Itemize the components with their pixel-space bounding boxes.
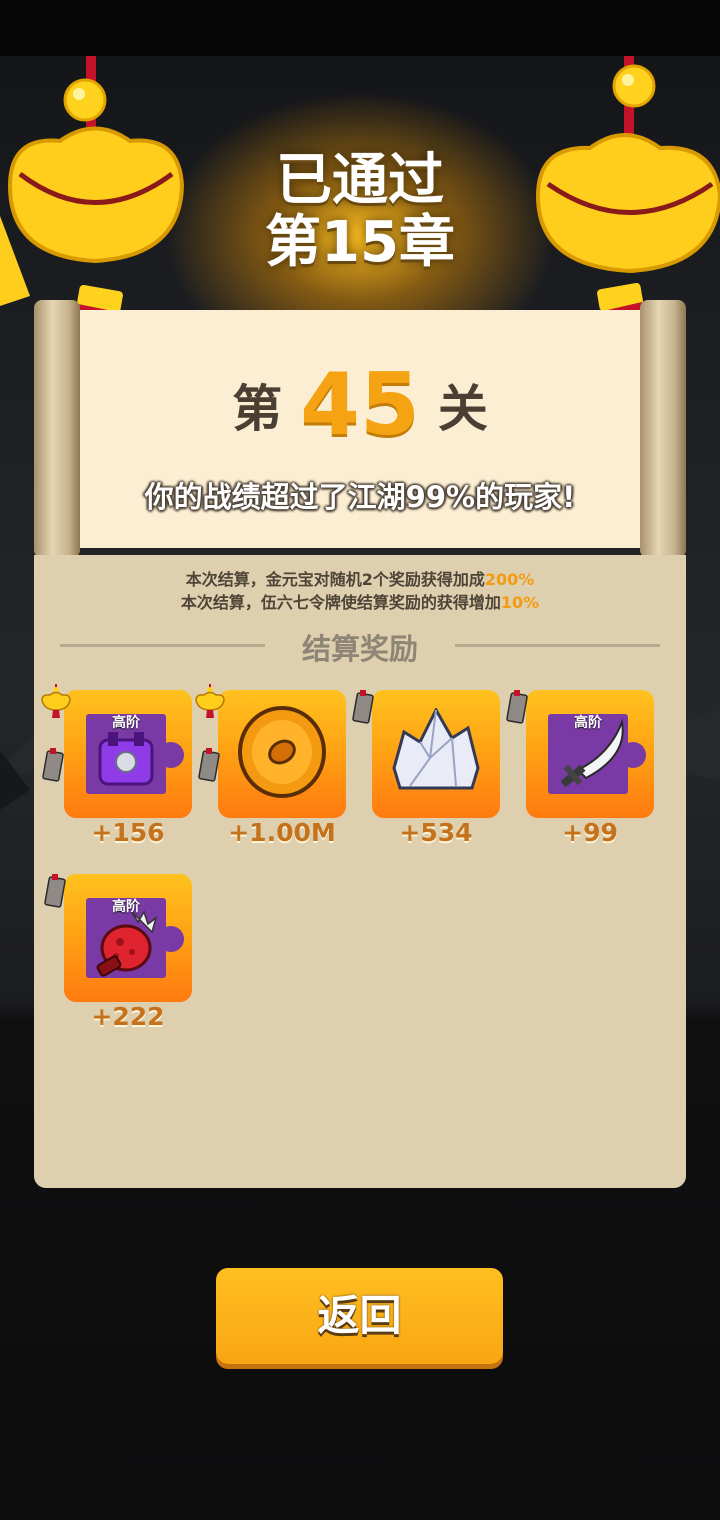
wu-liu-qi-token-badge-icon xyxy=(352,690,374,724)
reward-item-2[interactable] xyxy=(218,690,346,818)
puzzle-knob xyxy=(158,742,184,768)
wu-liu-qi-token-badge-icon xyxy=(44,874,66,908)
beat-percentage-text: 你的战绩超过了江湖99%的玩家! xyxy=(144,480,576,514)
level-suffix: 关 xyxy=(437,380,488,438)
red-glove-icon xyxy=(96,910,158,977)
token-bonus-value: 10% xyxy=(500,593,540,612)
chapter-cleared-title: 已通过 第15章 xyxy=(0,150,720,274)
reward-count-5: +222 xyxy=(91,1002,165,1031)
reward-count-1: +156 xyxy=(91,818,165,847)
wu-liu-qi-token-badge-icon xyxy=(506,690,528,724)
purple-lock-icon xyxy=(98,732,154,786)
wu-liu-qi-token-badge-icon xyxy=(198,748,220,782)
back-button[interactable]: 返回 xyxy=(216,1268,503,1364)
ingot-bonus-value: 200% xyxy=(484,570,535,589)
title-line-2: 第15章 xyxy=(265,210,455,275)
back-button-label: 返回 xyxy=(317,1291,402,1340)
gold-ingot-badge-icon xyxy=(41,684,71,718)
status-bar-area xyxy=(0,0,720,56)
token-bonus-label: 本次结算，伍六七令牌使结算奖励的获得增加 xyxy=(180,593,501,612)
reward-item-3[interactable] xyxy=(372,690,500,818)
reward-item-1[interactable]: 高阶 xyxy=(64,690,192,818)
puzzle-piece-icon: 高阶 xyxy=(86,898,184,978)
reward-section-title: 结算奖励 xyxy=(301,632,418,666)
reward-count-2: +1.00M xyxy=(228,818,336,847)
level-number: 45 xyxy=(300,355,420,455)
token-bonus-text: 本次结算，伍六七令牌使结算奖励的获得增加10% xyxy=(0,589,720,613)
gold-ingot-badge-icon xyxy=(195,684,225,718)
puzzle-piece-icon: 高阶 xyxy=(86,714,184,794)
ingot-bonus-text: 本次结算，金元宝对随机2个奖励获得加成200% xyxy=(0,566,720,590)
level-display: 第 45 关 xyxy=(0,355,720,455)
crystal-icon xyxy=(392,708,480,790)
tier-tag: 高阶 xyxy=(574,715,602,731)
ingot-bonus-label: 本次结算，金元宝对随机2个奖励获得加成 xyxy=(185,570,485,589)
title-line-1: 已通过 xyxy=(276,148,444,213)
tier-tag: 高阶 xyxy=(112,899,140,915)
wu-liu-qi-token-badge-icon xyxy=(42,748,64,782)
reward-count-3: +534 xyxy=(399,818,473,847)
puzzle-piece-icon: 高阶 xyxy=(548,714,646,794)
tier-tag: 高阶 xyxy=(112,715,140,731)
level-prefix: 第 xyxy=(232,380,283,438)
reward-item-5[interactable]: 高阶 xyxy=(64,874,192,1002)
reward-count-4: +99 xyxy=(562,818,618,847)
reward-item-4[interactable]: 高阶 xyxy=(526,690,654,818)
gold-coin-icon xyxy=(238,706,326,798)
